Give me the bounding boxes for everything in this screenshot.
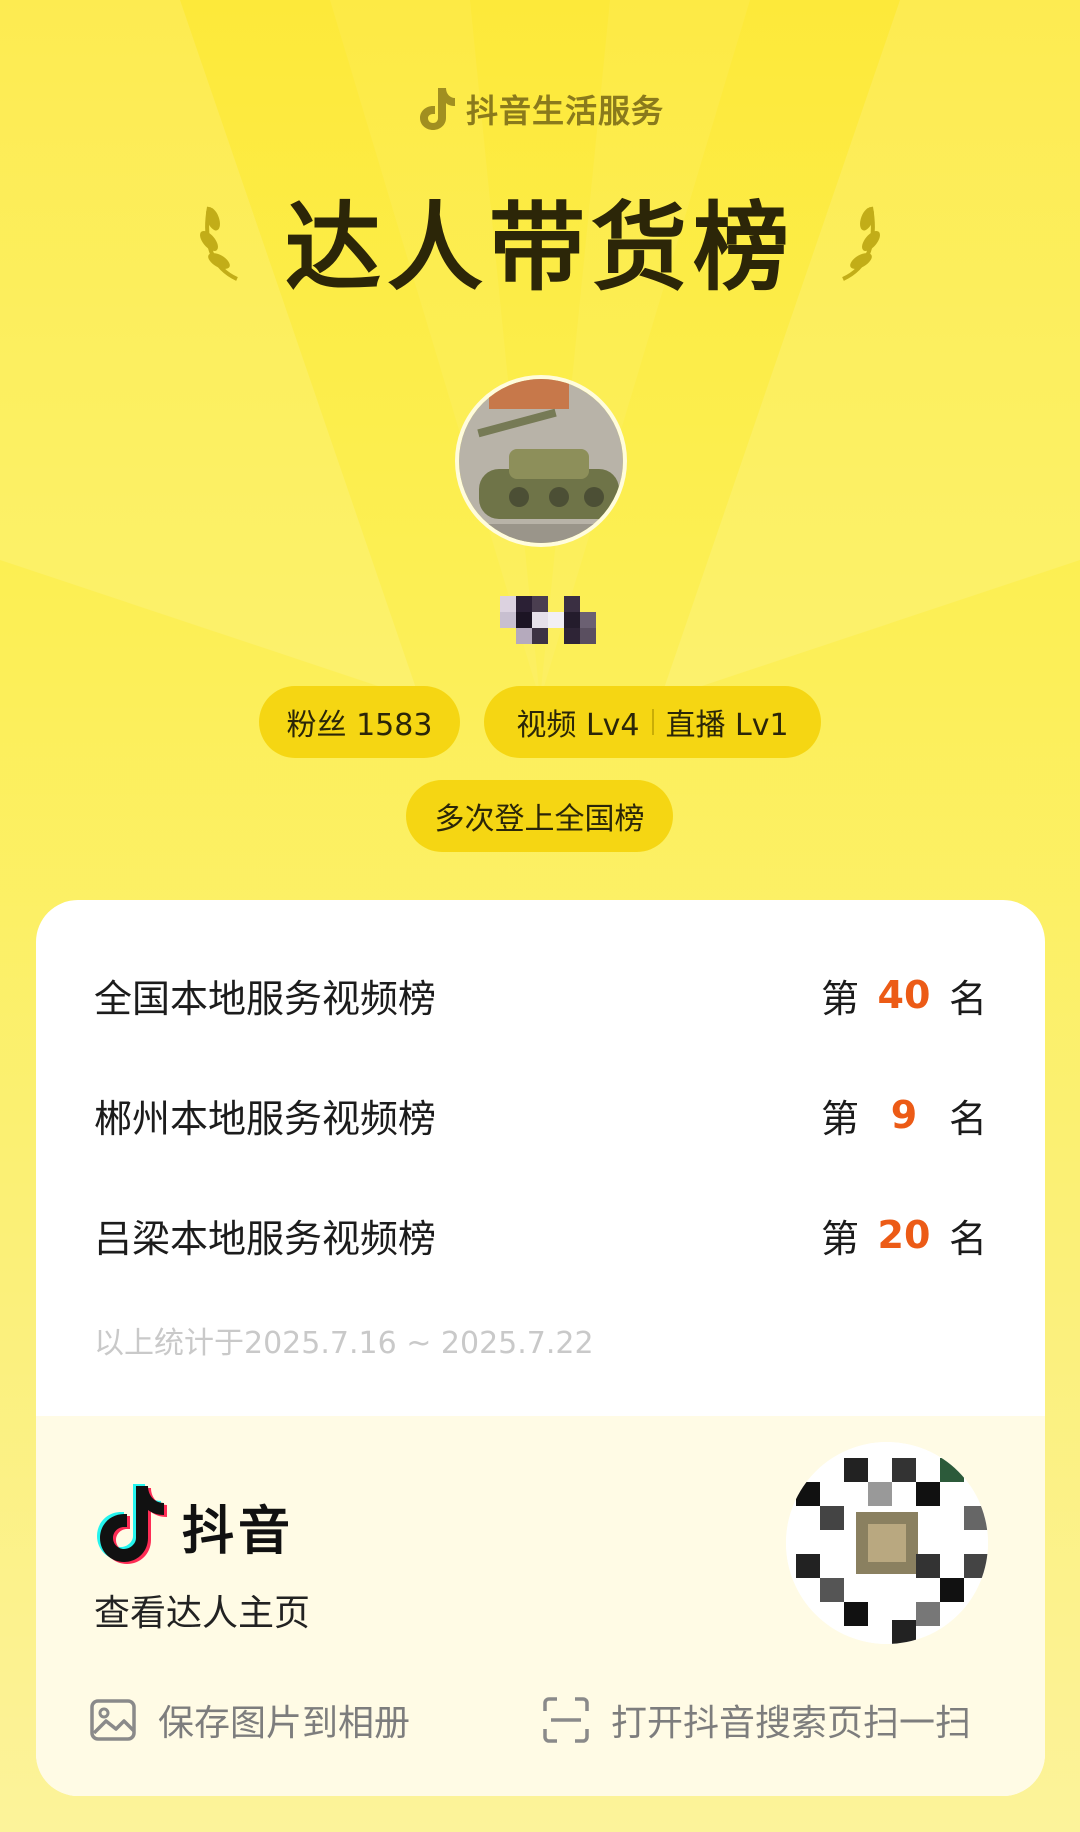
national-text: 多次登上全国榜 <box>434 802 645 837</box>
fans-badge: 粉丝 1583 <box>259 686 460 758</box>
view-profile-text: 查看达人主页 <box>94 1593 311 1634</box>
save-image-button[interactable]: 保存图片到相册 <box>88 1694 410 1746</box>
profile-qr-code[interactable] <box>786 1442 988 1644</box>
brand-text: 抖音生活服务 <box>465 92 664 130</box>
fans-count: 粉丝 1583 <box>286 708 433 743</box>
laurel-right-icon <box>842 206 880 281</box>
page-title: 达人带货榜 <box>285 192 795 304</box>
scan-icon <box>543 1697 589 1743</box>
rank-position: 第 20 名 <box>821 1208 987 1263</box>
rank-suffix: 名 <box>948 1096 987 1141</box>
rank-suffix: 名 <box>948 976 987 1021</box>
avatar[interactable] <box>455 375 627 547</box>
rank-prefix: 第 <box>820 976 859 1021</box>
rank-position: 第 40 名 <box>821 968 987 1023</box>
scan-button[interactable]: 打开抖音搜索页扫一扫 <box>541 1694 971 1746</box>
level-badge: 视频 Lv4 直播 Lv1 <box>484 686 821 758</box>
video-level: 视频 Lv4 <box>516 708 640 743</box>
rank-row: 吕梁本地服务视频榜 第 20 名 <box>94 1205 987 1265</box>
rank-name: 郴州本地服务视频榜 <box>94 1096 437 1141</box>
rank-name: 吕梁本地服务视频榜 <box>94 1216 437 1261</box>
nickname-pixelated <box>500 596 596 644</box>
douyin-note-icon <box>419 88 455 130</box>
douyin-brand: 抖音 <box>92 1482 294 1570</box>
rank-number: 20 <box>877 1213 931 1257</box>
save-image-label: 保存图片到相册 <box>158 1703 411 1744</box>
level-divider <box>651 709 654 735</box>
brand-header: 抖音生活服务 <box>0 86 1080 132</box>
national-badge: 多次登上全国榜 <box>406 780 673 852</box>
image-icon <box>90 1699 136 1741</box>
douyin-logo-icon <box>97 1484 167 1564</box>
rank-row: 全国本地服务视频榜 第 40 名 <box>94 965 987 1025</box>
douyin-app-name: 抖音 <box>182 1501 295 1562</box>
rank-suffix: 名 <box>948 1216 987 1261</box>
qr-code-image <box>786 1442 988 1644</box>
stat-period-note: 以上统计于2025.7.16 ~ 2025.7.22 <box>94 1326 594 1361</box>
title-row: 达人带货榜 <box>0 170 1080 309</box>
rank-name: 全国本地服务视频榜 <box>94 976 437 1021</box>
rank-card: 全国本地服务视频榜 第 40 名 郴州本地服务视频榜 第 9 名 吕梁本地服务视… <box>36 900 1045 1796</box>
rank-position: 第 9 名 <box>821 1088 987 1143</box>
rank-number: 40 <box>877 973 931 1017</box>
share-footer: 抖音 查看达人主页 保存图片到相册 打开抖音搜索页扫一扫 <box>36 1416 1045 1796</box>
live-level: 直播 Lv1 <box>665 708 789 743</box>
rank-prefix: 第 <box>820 1096 859 1141</box>
laurel-left-icon <box>200 206 238 281</box>
rank-row: 郴州本地服务视频榜 第 9 名 <box>94 1085 987 1145</box>
rank-prefix: 第 <box>820 1216 859 1261</box>
tank-avatar-image <box>459 379 623 543</box>
rank-number: 9 <box>890 1093 918 1137</box>
scan-label: 打开抖音搜索页扫一扫 <box>611 1703 972 1744</box>
